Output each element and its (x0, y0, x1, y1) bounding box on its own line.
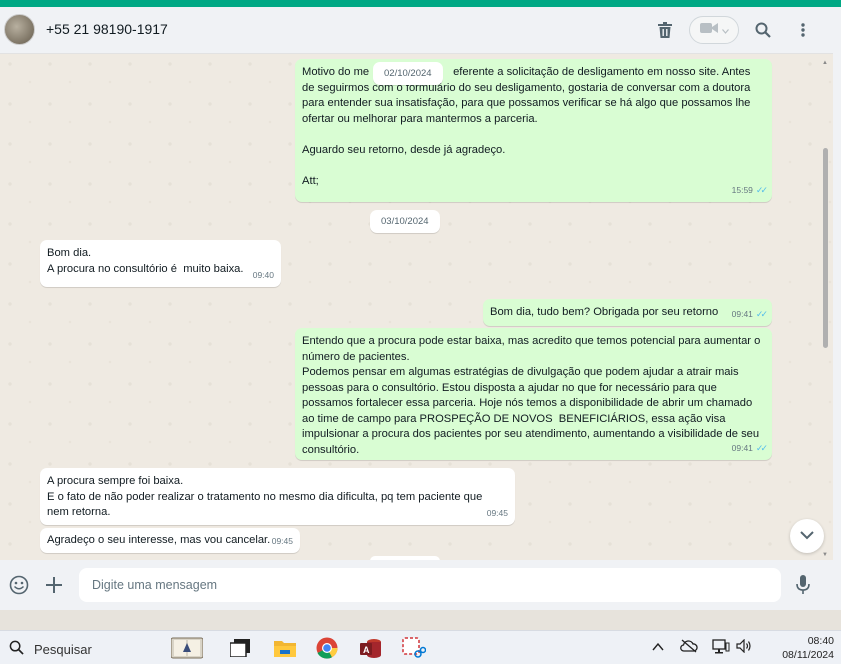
tray-overflow-chevron-icon[interactable] (652, 639, 664, 654)
network-icon[interactable] (712, 639, 730, 658)
message-outgoing[interactable]: Entendo que a procura pode estar baixa, … (295, 328, 772, 460)
message-time: 09:41 (731, 308, 753, 319)
search-icon[interactable] (752, 19, 774, 41)
message-meta: 09:45 (272, 534, 293, 550)
message-text: Agradeço o seu interesse, mas vou cancel… (47, 534, 271, 546)
top-accent-strip (0, 0, 841, 7)
chat-header: +55 21 98190-1917 (0, 7, 833, 54)
chevron-down-icon (721, 21, 729, 39)
contact-avatar[interactable] (4, 14, 35, 45)
whatsapp-chat-window: +55 21 98190-1917 Motivo do me eferente … (0, 7, 833, 610)
volume-icon[interactable] (736, 638, 752, 656)
cloud-offline-icon[interactable] (680, 639, 698, 656)
message-meta: 09:41 ✓✓ (731, 441, 768, 457)
message-text: A procura sempre foi baixa. E o fato de … (47, 475, 483, 518)
svg-text:A: A (363, 645, 370, 655)
window-edge (833, 7, 841, 610)
read-ticks-icon: ✓✓ (755, 442, 768, 453)
message-time: 15:59 (731, 184, 753, 195)
taskbar-search-label: Pesquisar (34, 641, 92, 657)
compose-bar (0, 560, 833, 610)
video-call-button[interactable] (689, 16, 739, 44)
message-input[interactable] (79, 568, 781, 602)
file-explorer-icon[interactable] (273, 636, 297, 660)
message-text: Bom dia, tudo bem? Obrigada por seu reto… (490, 306, 719, 318)
scroll-up-arrow-icon[interactable]: ▲ (822, 60, 828, 66)
chrome-icon[interactable] (315, 636, 339, 660)
message-text: Entendo que a procura pode estar baixa, … (302, 335, 761, 456)
trash-icon[interactable] (654, 19, 676, 41)
message-outgoing[interactable]: Motivo do me eferente a solicitação de d… (295, 59, 772, 202)
contact-name[interactable]: +55 21 98190-1917 (46, 21, 168, 37)
clock-date: 08/11/2024 (782, 649, 834, 661)
message-time: 09:40 (252, 269, 274, 280)
snipping-tool-icon[interactable] (402, 636, 426, 660)
terminal-app-icon[interactable] (228, 636, 252, 660)
search-icon (9, 640, 24, 658)
taskbar-clock[interactable]: 08:40 08/11/2024 (764, 634, 834, 662)
attach-plus-icon[interactable] (43, 574, 65, 596)
chat-scrollbar[interactable]: ▲ ▼ (822, 60, 828, 560)
message-incoming[interactable]: Agradeço o seu interesse, mas vou cancel… (40, 528, 300, 553)
message-meta: 09:45 (487, 506, 508, 522)
emoji-icon[interactable] (8, 574, 30, 596)
chevron-down-icon (800, 527, 814, 545)
video-call-icon (699, 21, 718, 39)
message-meta: 15:59 ✓✓ (731, 183, 768, 199)
message-text: Bom dia. A procura no consultório é muit… (47, 247, 244, 275)
scroll-down-arrow-icon[interactable]: ▼ (822, 552, 828, 558)
clock-time: 08:40 (807, 635, 834, 647)
access-app-icon[interactable]: A (359, 636, 383, 660)
message-text: Motivo do me eferente a solicitação de d… (302, 66, 751, 187)
message-meta: 09:40 (253, 268, 274, 284)
scroll-thumb[interactable] (823, 148, 828, 348)
microphone-icon[interactable] (792, 574, 814, 596)
message-list[interactable]: Motivo do me eferente a solicitação de d… (0, 54, 833, 560)
scroll-to-bottom-button[interactable] (790, 519, 824, 553)
menu-dots-icon[interactable] (792, 19, 814, 41)
message-time: 09:41 (731, 442, 753, 453)
message-incoming[interactable]: A procura sempre foi baixa. E o fato de … (40, 468, 515, 525)
date-separator: 03/10/2024 (370, 210, 440, 233)
read-ticks-icon: ✓✓ (755, 308, 768, 319)
message-outgoing[interactable]: Bom dia, tudo bem? Obrigada por seu reto… (483, 299, 772, 326)
taskbar-search[interactable]: Pesquisar (9, 634, 159, 664)
book-app-icon[interactable] (170, 636, 204, 660)
floating-date-chip: 02/10/2024 (373, 62, 443, 85)
message-time: 09:45 (486, 507, 508, 518)
read-ticks-icon: ✓✓ (755, 184, 768, 195)
message-meta: 09:41 ✓✓ (731, 307, 768, 323)
message-time: 09:45 (271, 535, 293, 546)
message-incoming[interactable]: Bom dia. A procura no consultório é muit… (40, 240, 281, 287)
windows-taskbar: Pesquisar A 08:40 08/11/2024 (0, 630, 841, 664)
